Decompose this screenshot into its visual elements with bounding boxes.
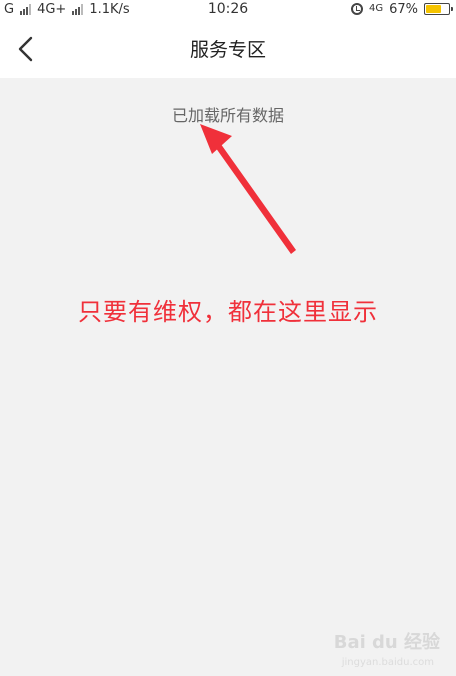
screen: G 4G+ 1.1K/s 10:26 4G 67% 服务专区 已加载所有数据 只… <box>0 0 456 676</box>
battery-fill <box>426 5 441 13</box>
content-area: 已加载所有数据 只要有维权，都在这里显示 Bai du 经验 jingyan.b… <box>0 78 456 676</box>
status-bar: G 4G+ 1.1K/s 10:26 4G 67% <box>0 0 456 18</box>
battery-icon <box>424 3 453 15</box>
status-right: 4G 67% <box>350 0 453 18</box>
annotation-arrow-icon <box>200 124 296 254</box>
annotation-text: 只要有维权，都在这里显示 <box>78 298 378 326</box>
network-type: 4G <box>368 3 384 14</box>
page-title: 服务专区 <box>189 39 266 61</box>
header: 服务专区 <box>0 18 456 78</box>
alarm-icon <box>350 3 363 15</box>
watermark-url: jingyan.baidu.com <box>341 657 434 668</box>
all-loaded-message: 已加载所有数据 <box>171 106 284 125</box>
battery-percent: 67% <box>389 1 418 17</box>
watermark-logo: Bai du 经验 <box>333 632 440 653</box>
